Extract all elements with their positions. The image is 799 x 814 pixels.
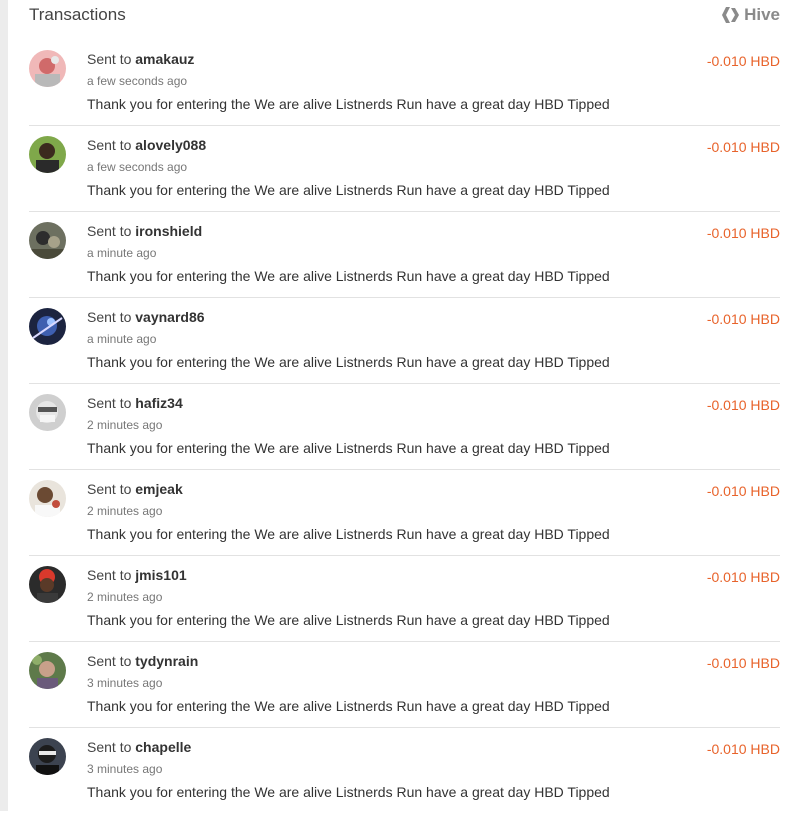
transaction-row: Sent to chapelle 3 minutes ago Thank you…: [29, 728, 780, 814]
avatar[interactable]: [29, 308, 66, 345]
transaction-row: Sent to ironshield a minute ago Thank yo…: [29, 212, 780, 298]
transaction-description: Sent to chapelle: [87, 739, 191, 755]
transaction-row: Sent to jmis101 2 minutes ago Thank you …: [29, 556, 780, 642]
transaction-description: Sent to amakauz: [87, 51, 194, 67]
sent-prefix: Sent to: [87, 223, 132, 239]
amount: -0.010 HBD: [706, 741, 780, 757]
timestamp: 2 minutes ago: [87, 590, 163, 604]
timestamp: a few seconds ago: [87, 160, 188, 174]
transaction-description: Sent to vaynard86: [87, 309, 205, 325]
transaction-description: Sent to ironshield: [87, 223, 202, 239]
hive-brand[interactable]: Hive: [722, 5, 780, 25]
transaction-description: Sent to jmis101: [87, 567, 187, 583]
avatar[interactable]: [29, 222, 66, 259]
left-edge-divider: [0, 0, 8, 811]
recipient-username[interactable]: hafiz34: [135, 395, 182, 411]
memo-text: Thank you for entering the We are alive …: [87, 698, 610, 714]
memo-text: Thank you for entering the We are alive …: [87, 96, 610, 112]
memo-text: Thank you for entering the We are alive …: [87, 784, 610, 800]
hive-logo-icon: [722, 7, 740, 23]
transaction-description: Sent to tydynrain: [87, 653, 198, 669]
avatar[interactable]: [29, 394, 66, 431]
sent-prefix: Sent to: [87, 567, 132, 583]
transaction-row: Sent to vaynard86 a minute ago Thank you…: [29, 298, 780, 384]
transaction-row: Sent to alovely088 a few seconds ago Tha…: [29, 126, 780, 212]
transaction-row: Sent to hafiz34 2 minutes ago Thank you …: [29, 384, 780, 470]
timestamp: 3 minutes ago: [87, 762, 163, 776]
recipient-username[interactable]: emjeak: [135, 481, 182, 497]
recipient-username[interactable]: jmis101: [135, 567, 186, 583]
timestamp: a few seconds ago: [87, 74, 188, 88]
memo-text: Thank you for entering the We are alive …: [87, 440, 610, 456]
memo-text: Thank you for entering the We are alive …: [87, 612, 610, 628]
avatar[interactable]: [29, 136, 66, 173]
recipient-username[interactable]: tydynrain: [135, 653, 198, 669]
sent-prefix: Sent to: [87, 309, 132, 325]
memo-text: Thank you for entering the We are alive …: [87, 182, 610, 198]
memo-text: Thank you for entering the We are alive …: [87, 354, 610, 370]
recipient-username[interactable]: chapelle: [135, 739, 191, 755]
amount: -0.010 HBD: [706, 569, 780, 585]
sent-prefix: Sent to: [87, 481, 132, 497]
amount: -0.010 HBD: [706, 225, 780, 241]
amount: -0.010 HBD: [706, 311, 780, 327]
amount: -0.010 HBD: [706, 655, 780, 671]
transaction-row: Sent to tydynrain 3 minutes ago Thank yo…: [29, 642, 780, 728]
avatar[interactable]: [29, 566, 66, 603]
sent-prefix: Sent to: [87, 395, 132, 411]
avatar[interactable]: [29, 50, 66, 87]
transaction-description: Sent to alovely088: [87, 137, 206, 153]
sent-prefix: Sent to: [87, 51, 132, 67]
transactions-header: Transactions Hive: [29, 0, 780, 30]
transactions-list: Sent to amakauz a few seconds ago Thank …: [29, 40, 780, 814]
sent-prefix: Sent to: [87, 653, 132, 669]
transaction-row: Sent to emjeak 2 minutes ago Thank you f…: [29, 470, 780, 556]
timestamp: 2 minutes ago: [87, 504, 163, 518]
timestamp: a minute ago: [87, 332, 157, 346]
recipient-username[interactable]: vaynard86: [135, 309, 204, 325]
amount: -0.010 HBD: [706, 53, 780, 69]
sent-prefix: Sent to: [87, 739, 132, 755]
timestamp: a minute ago: [87, 246, 157, 260]
transaction-row: Sent to amakauz a few seconds ago Thank …: [29, 40, 780, 126]
recipient-username[interactable]: alovely088: [135, 137, 206, 153]
memo-text: Thank you for entering the We are alive …: [87, 268, 610, 284]
timestamp: 2 minutes ago: [87, 418, 163, 432]
brand-label: Hive: [744, 5, 780, 24]
avatar[interactable]: [29, 652, 66, 689]
page-title: Transactions: [29, 5, 126, 24]
avatar[interactable]: [29, 738, 66, 775]
memo-text: Thank you for entering the We are alive …: [87, 526, 610, 542]
sent-prefix: Sent to: [87, 137, 132, 153]
transaction-description: Sent to hafiz34: [87, 395, 183, 411]
transaction-description: Sent to emjeak: [87, 481, 183, 497]
avatar[interactable]: [29, 480, 66, 517]
recipient-username[interactable]: ironshield: [135, 223, 202, 239]
amount: -0.010 HBD: [706, 483, 780, 499]
amount: -0.010 HBD: [706, 139, 780, 155]
timestamp: 3 minutes ago: [87, 676, 163, 690]
amount: -0.010 HBD: [706, 397, 780, 413]
recipient-username[interactable]: amakauz: [135, 51, 194, 67]
